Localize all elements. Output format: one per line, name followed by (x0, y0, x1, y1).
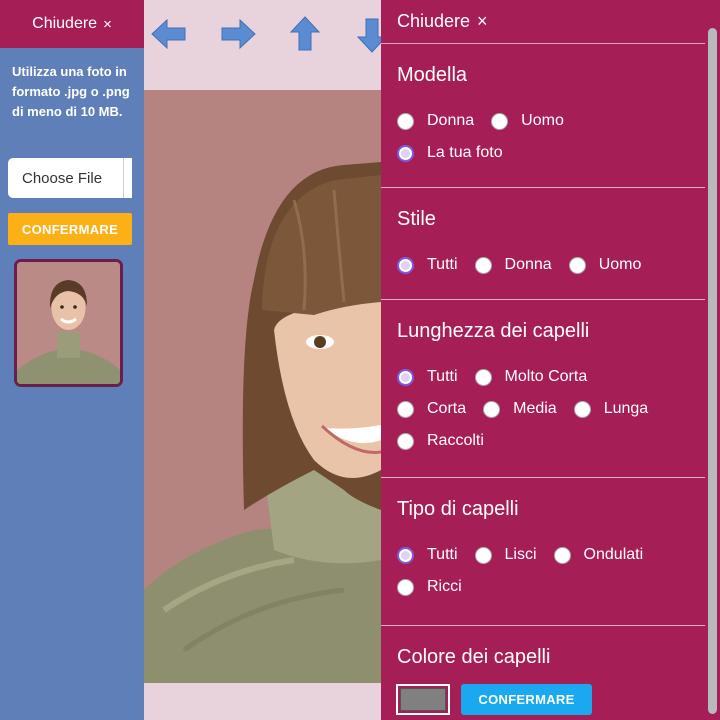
hair-color-picker[interactable] (396, 684, 450, 715)
radio-modella-uomo[interactable]: Uomo (491, 112, 564, 130)
radio-modella-la-tua-foto[interactable]: La tua foto (397, 144, 503, 162)
preview-image (144, 90, 381, 683)
radio-tipo-ondulati[interactable]: Ondulati (553, 546, 643, 564)
right-close-label: Chiudere (397, 11, 471, 31)
radio-lunghezza-raccolti[interactable]: Raccolti (397, 432, 484, 450)
section-title: Modella (397, 64, 468, 86)
radio-lunghezza-media[interactable]: Media (483, 400, 557, 418)
left-close-label: Chiudere (32, 15, 98, 32)
color-swatch (400, 688, 446, 711)
arrow-right-icon[interactable] (218, 12, 258, 56)
radio-tipo-lisci[interactable]: Lisci (474, 546, 537, 564)
move-toolbar (144, 0, 388, 90)
section-stile: Stile Tutti Donna Uomo (381, 188, 705, 300)
filters-panel: Chiudere × Modella Donna Uomo La tua fot… (381, 0, 705, 720)
right-close-button[interactable]: Chiudere × (381, 0, 705, 44)
section-lunghezza: Lunghezza dei capelli Tutti Molto Corta … (381, 300, 705, 478)
upload-sidebar: Chiudere × Utilizza una foto in formato … (0, 0, 144, 720)
close-icon: × (103, 15, 112, 33)
close-icon: × (477, 11, 488, 31)
thumbnail-image (17, 262, 120, 384)
hairstyle-preview-photo (144, 90, 381, 683)
section-title: Colore dei capelli (397, 646, 551, 668)
left-close-button[interactable]: Chiudere × (0, 0, 144, 48)
file-input-label: Choose File (22, 169, 103, 187)
upload-hint: Utilizza una foto in formato .jpg o .png… (12, 64, 130, 119)
section-title: Tipo di capelli (397, 498, 519, 520)
radio-stile-uomo[interactable]: Uomo (568, 256, 641, 274)
arrow-left-icon[interactable] (149, 12, 189, 56)
scrollbar-thumb[interactable] (708, 28, 717, 714)
radio-tipo-tutti[interactable]: Tutti (397, 546, 458, 564)
radio-modella-donna[interactable]: Donna (397, 112, 474, 130)
section-title: Lunghezza dei capelli (397, 320, 590, 342)
uploaded-photo-thumbnail[interactable] (14, 259, 123, 387)
radio-lunghezza-molto-corta[interactable]: Molto Corta (474, 368, 587, 386)
radio-stile-donna[interactable]: Donna (474, 256, 552, 274)
section-tipo: Tipo di capelli Tutti Lisci Ondulati Ric… (381, 478, 705, 626)
radio-lunghezza-tutti[interactable]: Tutti (397, 368, 458, 386)
preview-bottom-strip (144, 683, 381, 720)
right-confirm-button[interactable]: CONFERMARE (461, 684, 592, 715)
section-title: Stile (397, 208, 436, 230)
radio-lunghezza-corta[interactable]: Corta (397, 400, 466, 418)
arrow-up-icon[interactable] (285, 12, 325, 56)
section-modella: Modella Donna Uomo La tua foto (381, 44, 705, 188)
radio-stile-tutti[interactable]: Tutti (397, 256, 458, 274)
left-confirm-button[interactable]: CONFERMARE (8, 213, 132, 245)
section-colore: Colore dei capelli (381, 626, 705, 669)
radio-tipo-ricci[interactable]: Ricci (397, 578, 462, 596)
panel-scrollbar[interactable] (705, 0, 720, 720)
file-input[interactable]: Choose File (8, 158, 132, 198)
radio-lunghezza-lunga[interactable]: Lunga (573, 400, 648, 418)
